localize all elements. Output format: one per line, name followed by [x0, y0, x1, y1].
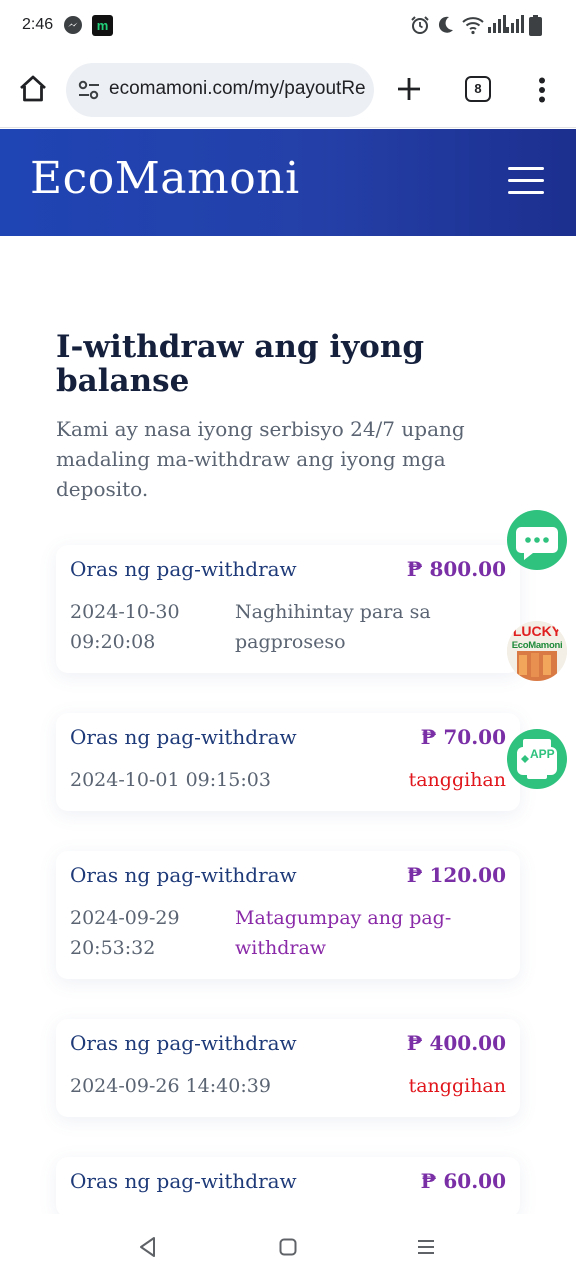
chat-icon [516, 527, 558, 560]
record-datetime: 2024-09-29 20:53:32 [70, 907, 180, 959]
record-label: Oras ng pag-withdraw [70, 557, 297, 581]
withdraw-record-card: Oras ng pag-withdraw ₱ 70.00 2024-10-01 … [56, 713, 520, 811]
record-label: Oras ng pag-withdraw [70, 863, 297, 887]
record-amount: ₱ 70.00 [420, 725, 506, 749]
signal-icon [488, 15, 506, 33]
system-nav-bar [0, 1214, 576, 1280]
app-download-button[interactable]: APP [507, 729, 567, 789]
lucky-brand: EcoMamoni [511, 640, 563, 651]
record-status: tanggihan [408, 769, 506, 791]
record-amount: ₱ 60.00 [420, 1169, 506, 1193]
url-text[interactable]: ecomamoni.com/my/payoutRec [109, 78, 365, 100]
home-icon[interactable] [18, 74, 48, 104]
record-datetime: 2024-10-30 09:20:08 [70, 601, 180, 653]
record-datetime: 2024-09-26 14:40:39 [70, 1075, 271, 1097]
m-app-icon: m [92, 15, 113, 36]
svg-text:m: m [97, 18, 109, 33]
status-time: 2:46 [22, 16, 54, 33]
browser-toolbar: ecomamoni.com/my/payoutRec 8 [0, 52, 576, 128]
lucky-label: LUCKY [512, 623, 562, 639]
battery-icon [529, 15, 542, 36]
alarm-icon [411, 16, 429, 34]
record-amount: ₱ 120.00 [406, 863, 506, 887]
withdraw-record-card: Oras ng pag-withdraw ₱ 800.00 2024-10-30… [56, 545, 520, 673]
page-title: I-withdraw ang iyong balanse [56, 329, 425, 399]
withdraw-record-card: Oras ng pag-withdraw ₱ 60.00 [56, 1157, 520, 1217]
record-amount: ₱ 400.00 [406, 1031, 506, 1055]
withdraw-record-card: Oras ng pag-withdraw ₱ 120.00 2024-09-29… [56, 851, 520, 979]
more-vert-icon[interactable] [538, 77, 546, 103]
record-status: Matagumpay ang pag-withdraw [235, 907, 452, 959]
recents-icon[interactable] [416, 1239, 436, 1255]
record-label: Oras ng pag-withdraw [70, 1169, 297, 1193]
lucky-button[interactable]: LUCKY EcoMamoni [507, 621, 567, 681]
record-label: Oras ng pag-withdraw [70, 1031, 297, 1055]
record-label: Oras ng pag-withdraw [70, 725, 297, 749]
address-bar[interactable]: ecomamoni.com/my/payoutRec [66, 63, 374, 117]
site-header: EcoMamoni [0, 129, 576, 236]
plus-icon[interactable] [396, 76, 422, 102]
status-bar: 2:46 m [0, 0, 576, 52]
moon-icon [438, 16, 453, 33]
back-icon[interactable] [138, 1236, 158, 1258]
record-status: Naghihintay para sa pagproseso [235, 601, 431, 653]
hamburger-icon[interactable] [508, 167, 544, 197]
wifi-icon [462, 17, 484, 35]
tab-switcher-button[interactable]: 8 [465, 76, 491, 102]
tune-icon[interactable] [78, 80, 100, 100]
withdraw-record-card: Oras ng pag-withdraw ₱ 400.00 2024-09-26… [56, 1019, 520, 1117]
record-amount: ₱ 800.00 [406, 557, 506, 581]
app-label: APP [530, 747, 555, 761]
site-logo[interactable]: EcoMamoni [30, 153, 300, 204]
record-status: tanggihan [408, 1075, 506, 1097]
chat-button[interactable] [507, 510, 567, 570]
home-square-icon[interactable] [279, 1238, 297, 1256]
signal-icon [506, 15, 524, 33]
messenger-icon [64, 16, 82, 34]
record-datetime: 2024-10-01 09:15:03 [70, 769, 271, 791]
page-description: Kami ay nasa iyong serbisyo 24/7 upang m… [56, 417, 465, 501]
